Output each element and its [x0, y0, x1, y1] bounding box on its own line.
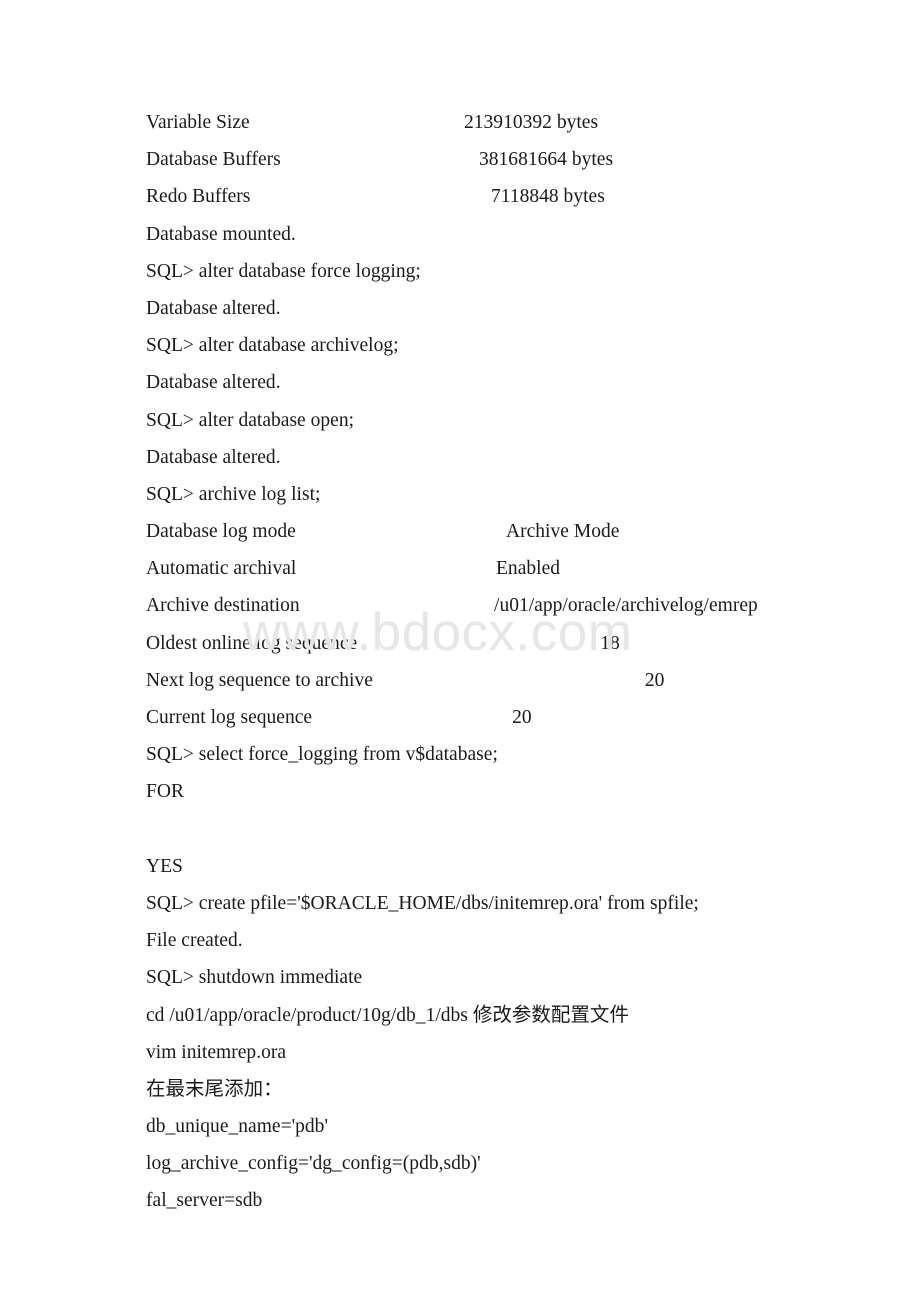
transcript-line: YES — [146, 848, 846, 885]
transcript-line: SQL> alter database archivelog; — [146, 327, 846, 364]
transcript-line: SQL> archive log list; — [146, 476, 846, 513]
document-text-body: Variable Size 213910392 bytes Database Buf… — [146, 104, 846, 1220]
transcript-line: Database log mode Archive Mode — [146, 513, 846, 550]
line-text: fal_server=sdb — [146, 1190, 263, 1212]
output-label: Automatic archival — [146, 558, 297, 580]
transcript-line: Database mounted. — [146, 216, 846, 253]
transcript-line: Current log sequence 20 — [146, 699, 846, 736]
transcript-line: Variable Size 213910392 bytes — [146, 104, 846, 141]
line-text: Database altered. — [146, 446, 281, 468]
transcript-line: Archive destination/u01/app/oracle/archi… — [146, 587, 846, 624]
transcript-line: SQL> create pfile='$ORACLE_HOME/dbs/init… — [146, 885, 846, 922]
line-text: cd /u01/app/oracle/product/10g/db_1/dbs … — [146, 1004, 629, 1026]
output-value: 20 — [512, 707, 532, 728]
line-text: Database altered. — [146, 372, 281, 394]
line-text: SQL> shutdown immediate — [146, 967, 363, 989]
transcript-line: 在最末尾添加： — [146, 1071, 846, 1108]
line-text: SQL> alter database archivelog; — [146, 335, 399, 357]
transcript-line: SQL> shutdown immediate — [146, 959, 846, 996]
output-label: Archive destination — [146, 595, 300, 617]
transcript-line: File created. — [146, 922, 846, 959]
transcript-line: Redo Buffers 7118848 bytes — [146, 178, 846, 215]
transcript-line: vim initemrep.ora — [146, 1034, 846, 1071]
transcript-line: Database Buffers 381681664 bytes — [146, 141, 846, 178]
output-label: Next log sequence to archive — [146, 669, 373, 691]
output-value: Archive Mode — [506, 521, 620, 543]
line-text: FOR — [146, 781, 184, 803]
transcript-line: log_archive_config='dg_config=(pdb,sdb)' — [146, 1145, 846, 1182]
transcript-line: Database altered. — [146, 364, 846, 401]
line-text: YES — [146, 855, 183, 877]
transcript-line: fal_server=sdb — [146, 1182, 846, 1219]
line-text: SQL> select force_logging from v$databas… — [146, 744, 498, 766]
line-text: SQL> archive log list; — [146, 483, 321, 505]
line-text: 在最末尾添加： — [146, 1078, 283, 1100]
output-value: Enabled — [496, 558, 561, 580]
output-value: 20 — [644, 669, 665, 691]
output-label: Database Buffers — [146, 149, 281, 171]
line-text: SQL> alter database open; — [146, 409, 355, 431]
transcript-line: SQL> alter database open; — [146, 402, 846, 439]
output-label: Oldest online log sequence — [146, 632, 358, 654]
transcript-line: Automatic archival Enabled — [146, 550, 846, 587]
transcript-line: Next log sequence to archive 20 — [146, 662, 846, 699]
document-page: Variable Size 213910392 bytes Database Buf… — [0, 0, 920, 1302]
line-text: SQL> alter database force logging; — [146, 260, 421, 282]
line-text: db_unique_name='pdb' — [146, 1116, 328, 1138]
output-value: 381681664 bytes — [479, 149, 614, 171]
line-text: Database mounted. — [146, 223, 296, 245]
transcript-line: SQL> alter database force logging; — [146, 253, 846, 290]
line-text: SQL> create pfile='$ORACLE_HOME/dbs/init… — [146, 892, 699, 914]
transcript-line: Database altered. — [146, 290, 846, 327]
output-value: 213910392 bytes — [464, 112, 599, 133]
output-value: 18 — [600, 632, 620, 654]
line-text: File created. — [146, 930, 243, 952]
line-text: vim initemrep.ora — [146, 1041, 287, 1063]
transcript-line: Oldest online log sequence 18 — [146, 625, 846, 662]
transcript-line: FOR — [146, 773, 846, 810]
output-label: Variable Size — [146, 112, 250, 133]
output-value: 7118848 bytes — [491, 186, 605, 208]
output-label: Current log sequence — [146, 707, 313, 728]
line-text: Database altered. — [146, 297, 281, 319]
line-text: log_archive_config='dg_config=(pdb,sdb)' — [146, 1153, 481, 1175]
transcript-line: SQL> select force_logging from v$databas… — [146, 736, 846, 773]
transcript-line: db_unique_name='pdb' — [146, 1108, 846, 1145]
output-value: /u01/app/oracle/archivelog/emrep — [494, 595, 758, 617]
transcript-line: cd /u01/app/oracle/product/10g/db_1/dbs … — [146, 997, 846, 1034]
output-label: Redo Buffers — [146, 186, 251, 208]
output-label: Database log mode — [146, 521, 296, 543]
transcript-line: Database altered. — [146, 439, 846, 476]
